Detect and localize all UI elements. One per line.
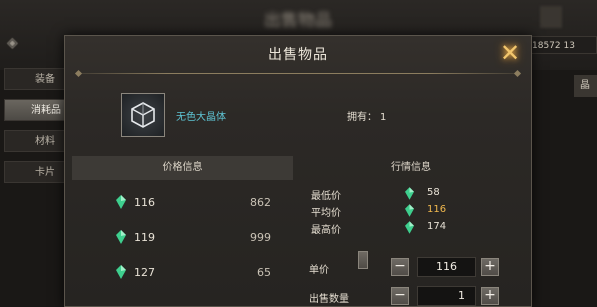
tab-consumables[interactable]: 消耗品 bbox=[4, 99, 66, 121]
price-info-header: 价格信息 bbox=[72, 156, 293, 180]
unit-price-label: 单价 bbox=[309, 265, 329, 276]
item-slot bbox=[121, 93, 165, 137]
unit-price-input[interactable]: 116 bbox=[417, 257, 476, 277]
listing-price: 116 bbox=[134, 196, 155, 209]
avg-price-stat: 平均价 116 bbox=[311, 203, 491, 219]
avg-price-label: 平均价 bbox=[311, 208, 341, 219]
tab-materials[interactable]: 材料 bbox=[4, 130, 66, 152]
owned-value: 1 bbox=[380, 112, 387, 123]
green-gem-icon bbox=[116, 195, 126, 209]
green-gem-icon bbox=[116, 230, 126, 244]
quantity-slider-handle[interactable] bbox=[358, 251, 368, 269]
title-divider bbox=[79, 73, 517, 74]
max-price-stat: 最高价 174 bbox=[311, 220, 491, 236]
price-row[interactable]: 119 999 bbox=[72, 226, 293, 252]
price-row[interactable]: 127 65 bbox=[72, 261, 293, 287]
background-title: 出售物品 bbox=[264, 11, 332, 31]
unit-price-minus-button[interactable]: − bbox=[391, 258, 409, 276]
background-right-button[interactable]: 晶 bbox=[574, 75, 597, 97]
background-close-button[interactable] bbox=[540, 6, 562, 28]
diamond-icon: ◈ bbox=[7, 35, 18, 51]
max-price-label: 最高价 bbox=[311, 225, 341, 236]
avg-price-value: 116 bbox=[427, 204, 447, 215]
max-price-value: 174 bbox=[427, 221, 447, 232]
green-gem-icon bbox=[405, 204, 414, 217]
green-gem-icon bbox=[405, 221, 414, 234]
listing-quantity: 999 bbox=[250, 231, 271, 244]
min-price-label: 最低价 bbox=[311, 191, 341, 202]
sell-item-dialog: 出售物品 ✕ 无色大晶体 拥有： 1 价格信息 行情信息 116 862 119 … bbox=[64, 35, 532, 307]
tab-equipment[interactable]: 装备 bbox=[4, 68, 66, 90]
market-info-header: 行情信息 bbox=[391, 162, 431, 173]
owned-label: 拥有： bbox=[347, 112, 377, 123]
tab-cards[interactable]: 卡片 bbox=[4, 161, 66, 183]
listing-quantity: 65 bbox=[257, 266, 271, 279]
dialog-title: 出售物品 bbox=[268, 47, 328, 63]
sell-quantity-minus-button[interactable]: − bbox=[391, 287, 409, 305]
unit-price-plus-button[interactable]: + bbox=[481, 258, 499, 276]
category-tabs: 装备 消耗品 材料 卡片 bbox=[4, 68, 66, 192]
item-name: 无色大晶体 bbox=[176, 112, 226, 123]
close-icon[interactable]: ✕ bbox=[497, 40, 523, 66]
sell-quantity-plus-button[interactable]: + bbox=[481, 287, 499, 305]
crystal-cube-icon bbox=[131, 102, 155, 128]
listing-price: 119 bbox=[134, 231, 155, 244]
green-gem-icon bbox=[405, 187, 414, 200]
listing-price: 127 bbox=[134, 266, 155, 279]
min-price-stat: 最低价 58 bbox=[311, 186, 491, 202]
sell-quantity-label: 出售数量 bbox=[309, 294, 349, 305]
listing-quantity: 862 bbox=[250, 196, 271, 209]
min-price-value: 58 bbox=[427, 187, 440, 198]
sell-quantity-input[interactable]: 1 bbox=[417, 286, 476, 306]
owned-count: 拥有： 1 bbox=[347, 108, 386, 123]
green-gem-icon bbox=[116, 265, 126, 279]
currency-display: 18572 13 bbox=[527, 36, 597, 54]
price-row[interactable]: 116 862 bbox=[72, 191, 293, 217]
